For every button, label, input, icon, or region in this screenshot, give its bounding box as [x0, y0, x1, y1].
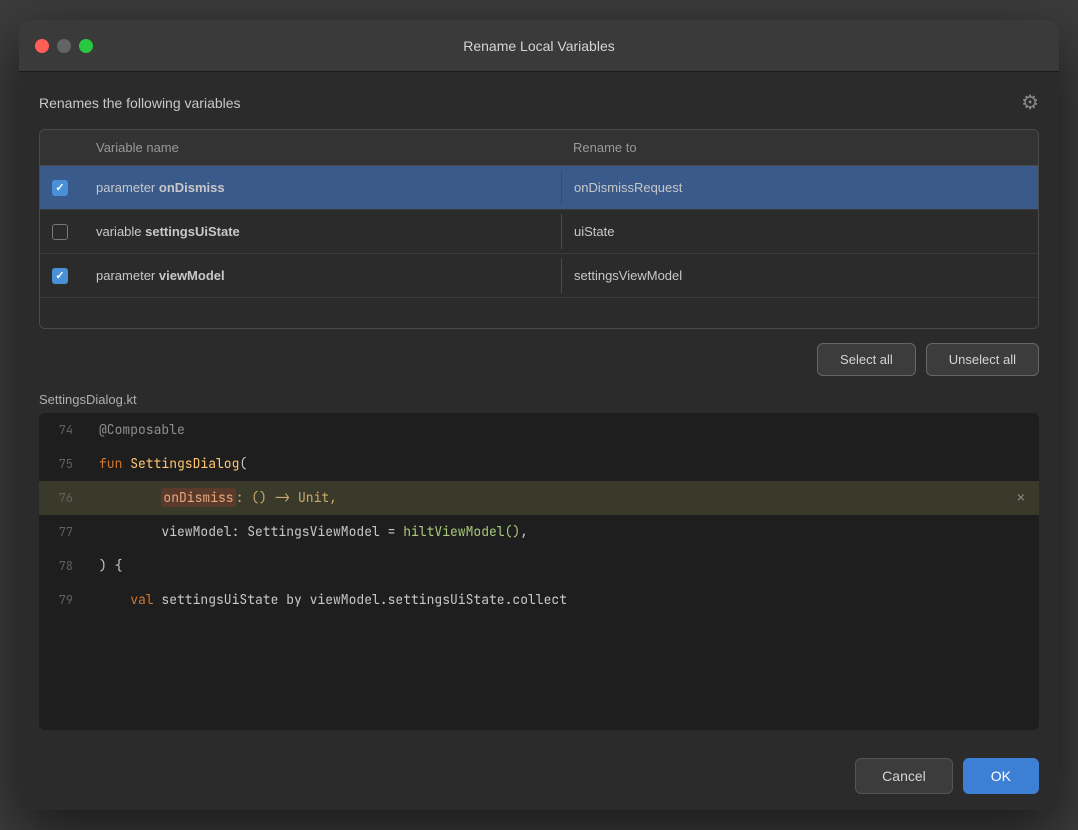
code-line-75: 75 fun SettingsDialog( — [39, 447, 1039, 481]
line-num-78: 78 — [39, 558, 87, 574]
param-ondismiss: onDismiss: () -> Unit, — [99, 488, 337, 507]
line-code-79: val settingsUiState by viewModel.setting… — [87, 583, 1039, 617]
ok-button[interactable]: OK — [963, 758, 1039, 794]
annotation-composable: @Composable — [99, 421, 185, 438]
empty-row — [40, 298, 1038, 328]
selection-buttons: Select all Unselect all — [39, 343, 1039, 376]
line-code-74: @Composable — [87, 413, 1039, 447]
variables-table: Variable name Rename to parameter onDism… — [39, 129, 1039, 329]
row-3-type: parameter — [96, 268, 159, 283]
code-area: 74 @Composable 75 fun SettingsDialog( 76… — [39, 413, 1039, 730]
header-description: Renames the following variables — [39, 95, 241, 111]
row-2-varname: settingsUiState — [145, 224, 240, 239]
header-check-col — [40, 130, 84, 165]
hilt-fn: hiltViewModel() — [403, 523, 520, 540]
row-1-type: parameter — [96, 180, 159, 195]
table-row: parameter viewModel settingsViewModel — [40, 254, 1038, 298]
checkbox-1[interactable] — [52, 180, 68, 196]
kw-val: val — [130, 591, 153, 608]
checkbox-2[interactable] — [52, 224, 68, 240]
select-all-button[interactable]: Select all — [817, 343, 916, 376]
line-code-78: ) { — [87, 549, 1039, 583]
line-num-75: 75 — [39, 456, 87, 472]
line-num-79: 79 — [39, 592, 87, 608]
row-3-rename: settingsViewModel — [561, 258, 1038, 293]
close-button[interactable] — [35, 39, 49, 53]
minimize-button[interactable] — [57, 39, 71, 53]
checkbox-3[interactable] — [52, 268, 68, 284]
line-code-75: fun SettingsDialog( — [87, 447, 1039, 481]
table-row: parameter onDismiss onDismissRequest — [40, 166, 1038, 210]
code-line-76: 76 onDismiss: () -> Unit, ✕ — [39, 481, 1039, 515]
dialog-body: Renames the following variables ⚙ Variab… — [19, 72, 1059, 746]
fn-name: SettingsDialog — [130, 455, 239, 472]
row-3-varname: viewModel — [159, 268, 225, 283]
file-label: SettingsDialog.kt — [39, 392, 1039, 407]
row-3-variable: parameter viewModel — [84, 258, 561, 293]
code-line-78: 78 ) { — [39, 549, 1039, 583]
header-variable-name: Variable name — [84, 130, 561, 165]
line-code-77: viewModel: SettingsViewModel = hiltViewM… — [87, 515, 1039, 549]
dialog-title: Rename Local Variables — [463, 38, 615, 54]
dialog-footer: Cancel OK — [19, 746, 1059, 810]
row-1-variable: parameter onDismiss — [84, 170, 561, 205]
gear-icon[interactable]: ⚙ — [1021, 90, 1039, 115]
row-1-rename: onDismissRequest — [561, 170, 1038, 205]
row-2-type: variable — [96, 224, 145, 239]
ondismiss-highlight: onDismiss — [161, 488, 235, 507]
title-bar: Rename Local Variables — [19, 20, 1059, 72]
kw-fun: fun — [99, 455, 130, 472]
row-3-check[interactable] — [40, 268, 84, 284]
line-num-76: 76 — [39, 490, 87, 506]
code-line-79: 79 val settingsUiState by viewModel.sett… — [39, 583, 1039, 617]
row-2-rename: uiState — [561, 214, 1038, 249]
rename-dialog: Rename Local Variables Renames the follo… — [19, 20, 1059, 810]
header-rename-to: Rename to — [561, 130, 1038, 165]
row-1-check[interactable] — [40, 180, 84, 196]
cancel-button[interactable]: Cancel — [855, 758, 953, 794]
header-row: Renames the following variables ⚙ — [39, 90, 1039, 115]
line-num-74: 74 — [39, 422, 87, 438]
line-num-77: 77 — [39, 524, 87, 540]
maximize-button[interactable] — [79, 39, 93, 53]
line-code-76: onDismiss: () -> Unit, — [87, 481, 1039, 515]
row-2-check[interactable] — [40, 224, 84, 240]
paren-open: ( — [239, 455, 247, 472]
table-header: Variable name Rename to — [40, 130, 1038, 166]
row-1-varname: onDismiss — [159, 180, 225, 195]
unselect-all-button[interactable]: Unselect all — [926, 343, 1039, 376]
code-line-77: 77 viewModel: SettingsViewModel = hiltVi… — [39, 515, 1039, 549]
table-row: variable settingsUiState uiState — [40, 210, 1038, 254]
row-2-variable: variable settingsUiState — [84, 214, 561, 249]
code-line-74: 74 @Composable — [39, 413, 1039, 447]
close-highlight-icon[interactable]: ✕ — [1017, 489, 1025, 507]
traffic-lights — [35, 39, 93, 53]
